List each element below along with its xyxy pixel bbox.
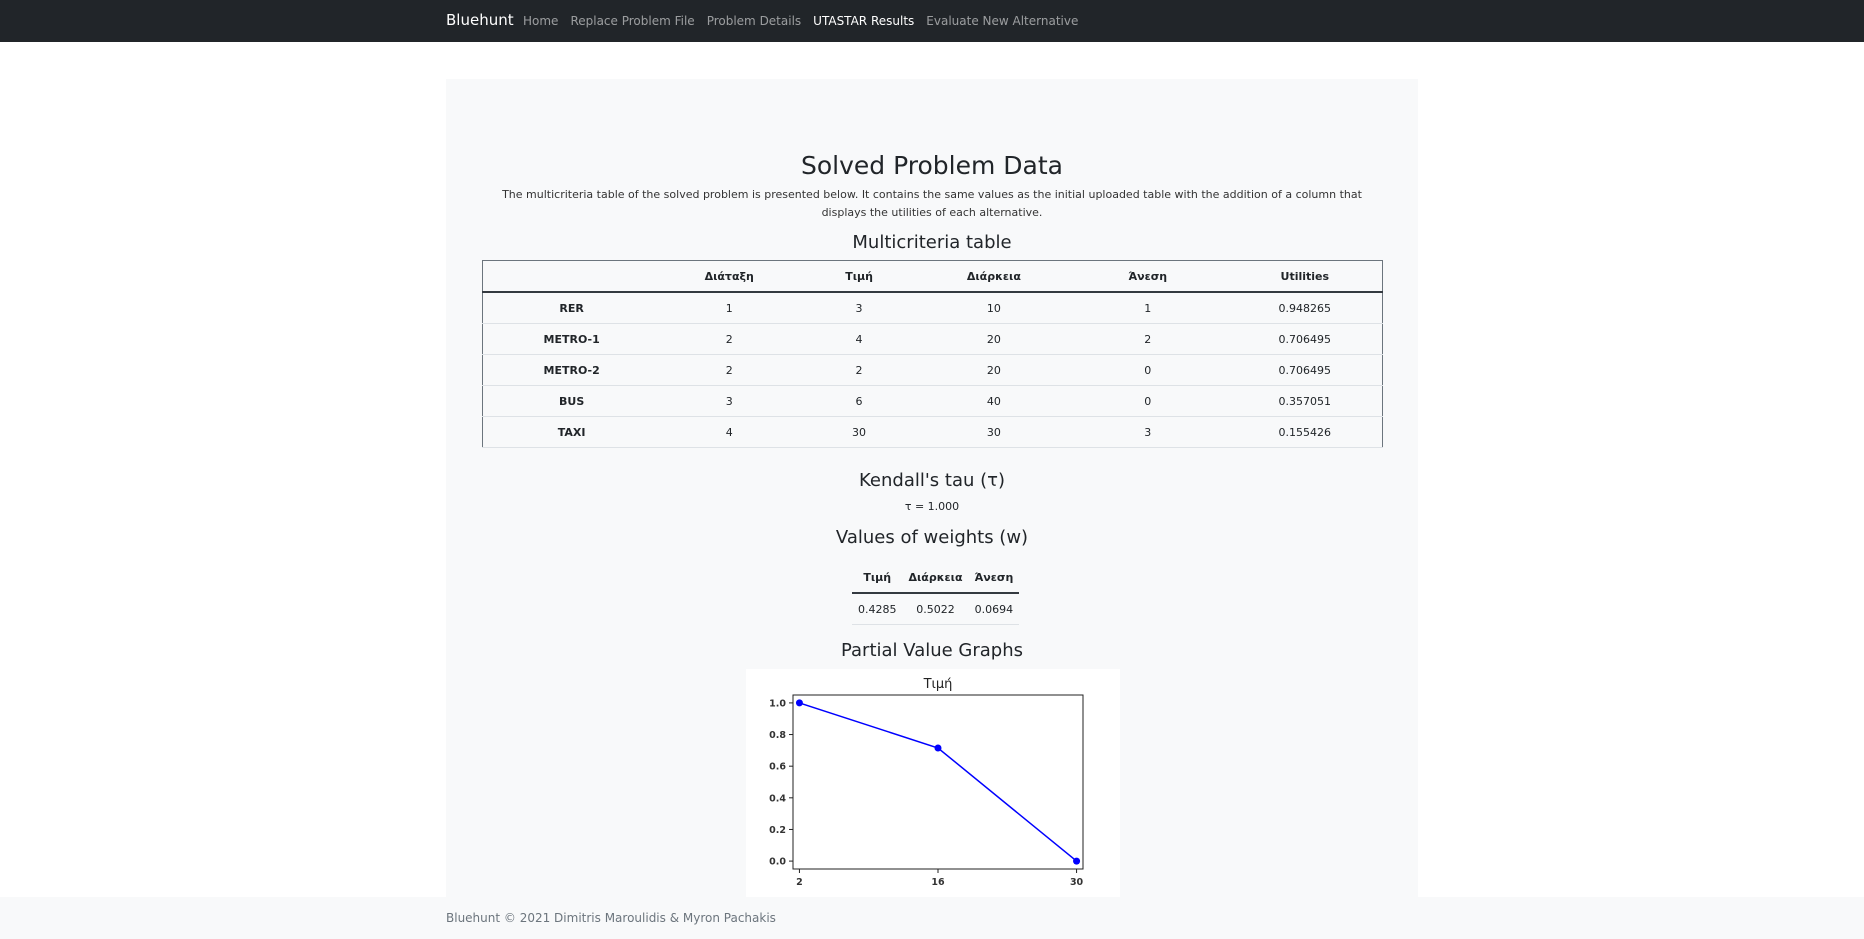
data-point [1073,857,1081,865]
column-header: Διάταξη [660,260,799,293]
alternative-name: METRO-2 [543,363,600,377]
nav-utastar-results[interactable]: UTASTAR Results [813,14,914,28]
table-row: TAXI 4 30 30 3 0.155426 [482,417,1383,448]
x-tick-label: 2 [796,877,803,888]
table-cell: 30 [986,425,1001,439]
table-cell: 1 [725,301,733,315]
alternative-name: BUS [559,394,585,408]
alternative-name: METRO-1 [543,332,600,346]
table-header-row: Τιμή Διάρκεια Άνεση [852,562,1020,594]
table-cell: 0.155426 [1278,425,1332,439]
brand-link[interactable]: Bluehunt [446,11,514,29]
line-chart: Τιμή 0.0 0.2 0.4 0.6 0.8 1.0 2 16 30 [769,677,1084,888]
y-tick-label: 0.0 [769,857,786,868]
table-cell: 0 [1144,394,1152,408]
table-row: 0.4285 0.5022 0.0694 [852,593,1020,625]
page-title: Solved Problem Data [801,151,1063,180]
y-tick-label: 0.8 [769,730,786,741]
table-cell: 0 [1144,363,1152,377]
intro-text: The multicriteria table of the solved pr… [502,188,1362,219]
y-tick-label: 1.0 [769,698,786,709]
footer: Bluehunt © 2021 Dimitris Maroulidis & My… [0,897,1864,939]
top-navbar: Bluehunt Home Replace Problem File Probl… [0,0,1864,42]
table-cell: 0.706495 [1278,332,1332,346]
nav-home[interactable]: Home [523,14,558,28]
alternative-name: TAXI [557,425,586,439]
x-tick-label: 30 [1070,877,1084,888]
alternative-name: RER [559,301,584,315]
table-cell: 10 [986,301,1001,315]
table-row: RER 1 3 10 1 0.948265 [482,292,1383,324]
y-tick-label: 0.2 [769,825,786,836]
plot-frame [792,694,1084,870]
column-header: Διάρκεια [919,260,1068,293]
table-cell: 3 [855,301,863,315]
weight-value: 0.0694 [968,593,1020,625]
table-cell: 2 [1144,332,1152,346]
column-header: Τιμή [852,562,903,594]
series-line [799,702,1078,862]
nav-problem-details[interactable]: Problem Details [707,14,801,28]
chart-title: Τιμή [923,677,953,692]
data-point [934,744,942,752]
column-header: Άνεση [1067,260,1228,293]
table-cell: 3 [725,394,733,408]
nav-replace-problem-file[interactable]: Replace Problem File [570,14,694,28]
footer-text: Bluehunt © 2021 Dimitris Maroulidis & My… [446,911,776,925]
table-cell: 0.706495 [1278,363,1332,377]
partial-value-graph: Τιμή 0.0 0.2 0.4 0.6 0.8 1.0 2 16 30 [746,669,1120,897]
column-header: Τιμή [798,260,920,293]
table-cell: 30 [852,425,867,439]
nav-evaluate-new-alternative[interactable]: Evaluate New Alternative [926,14,1078,28]
table-cell: 4 [855,332,863,346]
table-cell: 2 [855,363,863,377]
column-header: Διάρκεια [902,562,969,594]
graphs-heading: Partial Value Graphs [840,640,1024,661]
table-cell: 3 [1144,425,1152,439]
table-cell: 0.357051 [1278,394,1332,408]
nav-items: Home Replace Problem File Problem Detail… [523,14,1090,28]
y-tick-label: 0.4 [769,793,786,804]
kendall-heading: Kendall's tau (τ) [859,470,1005,491]
table-cell: 40 [986,394,1001,408]
data-point [795,699,803,707]
column-header: Άνεση [968,562,1020,594]
x-tick-label: 16 [931,877,945,888]
table-header-row: Διάταξη Τιμή Διάρκεια Άνεση Utilities [482,260,1383,293]
table-cell: 0.948265 [1278,301,1332,315]
table-row: METRO-2 2 2 20 0 0.706495 [482,355,1383,386]
weight-value: 0.4285 [852,593,903,625]
column-header [482,260,661,293]
weight-value: 0.5022 [902,593,969,625]
table-cell: 20 [986,363,1001,377]
main-content: Solved Problem Data The multicriteria ta… [446,79,1418,897]
table-cell: 4 [725,425,733,439]
table-cell: 20 [986,332,1001,346]
column-header: Utilities [1227,260,1383,293]
table-row: BUS 3 6 40 0 0.357051 [482,386,1383,417]
table-cell: 2 [725,332,733,346]
table-row: METRO-1 2 4 20 2 0.706495 [482,324,1383,355]
table-cell: 2 [725,363,733,377]
multicriteria-table: Διάταξη Τιμή Διάρκεια Άνεση Utilities RE… [482,260,1383,448]
table-cell: 1 [1144,301,1152,315]
table-cell: 6 [855,394,863,408]
weights-heading: Values of weights (w) [835,527,1029,548]
weights-table: Τιμή Διάρκεια Άνεση 0.4285 0.5022 0.0694 [852,562,1020,625]
multicriteria-heading: Multicriteria table [852,232,1012,253]
y-tick-label: 0.6 [769,762,786,773]
kendall-value: τ = 1.000 [904,500,960,513]
